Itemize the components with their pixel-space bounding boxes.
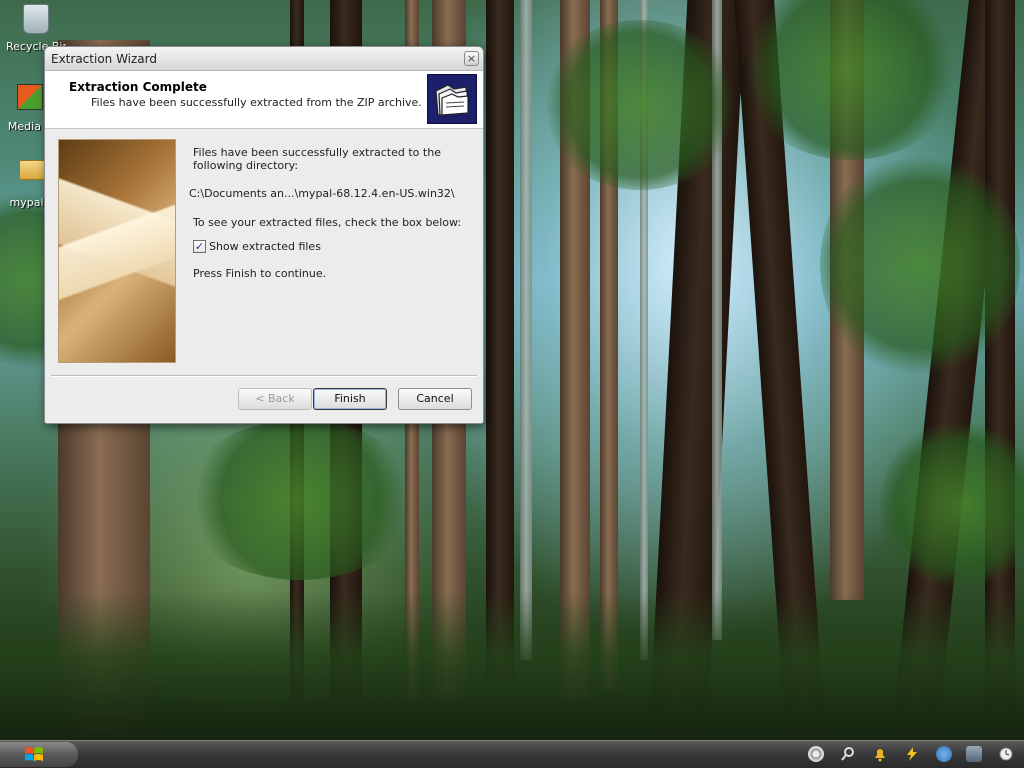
checkbox-box[interactable]: ✓ [193,240,206,253]
show-extracted-files-checkbox[interactable]: ✓ Show extracted files [193,240,321,253]
tray-clock-icon[interactable] [998,746,1014,762]
folders-icon [427,74,477,124]
foliage [540,20,740,190]
tray-bell-icon[interactable] [872,746,888,762]
tree-trunk [520,0,532,660]
checkbox-label[interactable]: Show extracted files [209,240,321,253]
tray-search-icon[interactable] [840,746,856,762]
media-center-icon [13,84,47,118]
taskbar [0,740,1024,768]
wizard-header: Extraction Complete Files have been succ… [45,71,483,129]
tray-lightning-icon[interactable] [904,746,920,762]
dialog-titlebar[interactable]: Extraction Wizard × [45,47,483,71]
header-title: Extraction Complete [69,80,207,94]
wizard-side-image [58,139,176,363]
tray-globe-icon[interactable] [936,746,952,762]
start-button[interactable] [0,742,78,767]
windows-logo-icon [25,747,43,761]
header-subtitle: Files have been successfully extracted f… [91,96,422,109]
hint-text: To see your extracted files, check the b… [193,216,462,229]
close-button[interactable]: × [464,51,479,66]
press-finish-text: Press Finish to continue. [193,267,327,280]
tree-trunk [486,0,514,680]
finish-button[interactable]: Finish [313,388,387,410]
foliage [880,420,1024,590]
button-separator [51,375,477,377]
tray-circle-icon[interactable] [808,746,824,762]
foliage [180,420,420,580]
extraction-wizard-dialog: Extraction Wizard × Extraction Complete … [44,46,484,424]
foliage [820,150,1020,380]
checkmark-icon: ✓ [194,240,205,253]
extraction-path: C:\Documents an...\mypal-68.12.4.en-US.w… [189,187,455,200]
back-button[interactable]: < Back [238,388,312,410]
tray-device-icon[interactable] [966,746,982,762]
close-icon: × [466,52,477,65]
recycle-bin-icon [19,4,53,38]
undergrowth [0,590,1024,740]
intro-text: Files have been successfully extracted t… [193,146,441,172]
cancel-button[interactable]: Cancel [398,388,472,410]
dialog-title: Extraction Wizard [51,52,158,66]
